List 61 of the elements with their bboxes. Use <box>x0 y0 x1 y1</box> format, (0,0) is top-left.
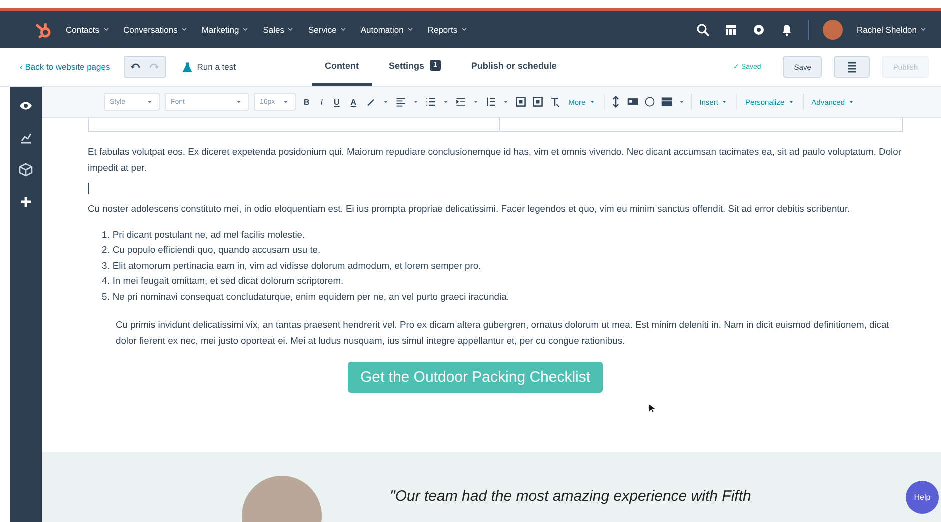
chart-icon[interactable] <box>19 131 33 145</box>
line-height-icon[interactable] <box>484 96 497 108</box>
nav-menu-item[interactable]: Sales <box>263 24 294 34</box>
list-number: 2. <box>102 243 110 257</box>
clear-format-icon[interactable] <box>548 96 561 108</box>
nav-menu-item[interactable]: Reports <box>428 24 468 34</box>
paragraph: Cu noster adolescens constituto mei, in odio eloquentiam est. Ei ius prompta propriae delicatissimi. Facer legendos et quo, vim eu minim sanctus offendit. Sit ad error debitis scribentur. <box>88 202 852 216</box>
text-cursor <box>88 182 89 194</box>
list-item: Pri dicant postulant ne, ad mel facilis molestie. <box>112 228 306 242</box>
editor-tab[interactable]: Publish or schedule <box>458 48 570 86</box>
list-item: Ne pri nominavi consequat concludaturque, enim equidem per ne, an vel purto graeci iracundia. <box>112 290 510 304</box>
list-item: Elit atomorum pertinacia eam in, vim ad vidisse dolorum admodum, et lorem semper pro. <box>112 258 482 273</box>
chevron-down-icon <box>340 26 347 33</box>
chevron-down-icon <box>180 26 188 33</box>
flask-icon <box>182 62 194 72</box>
list-number: 4. <box>102 274 110 288</box>
chevron-down-icon <box>406 26 414 33</box>
logo-icon[interactable] <box>34 20 52 38</box>
chevron-down-icon <box>920 26 927 33</box>
format-button[interactable]: B <box>301 98 313 106</box>
nav-menu-item[interactable]: Contacts <box>66 24 110 34</box>
box-icon[interactable] <box>19 163 33 177</box>
chevron-down-icon <box>242 26 250 33</box>
table-icon[interactable] <box>660 96 673 108</box>
align-icon[interactable] <box>394 96 407 108</box>
testimonial-quote: "Our team had the most amazing experience with Fifth <box>390 488 752 505</box>
run-test-link[interactable]: Run a test <box>182 62 236 72</box>
mouse-pointer-icon <box>648 404 658 414</box>
format-button[interactable]: A <box>348 98 360 106</box>
nav-menu-item[interactable]: Service <box>308 24 347 34</box>
format-button[interactable]: I <box>318 98 326 106</box>
chevron-down-icon <box>102 26 110 33</box>
block-icon[interactable] <box>514 96 527 108</box>
settings-icon[interactable] <box>752 22 766 36</box>
indent-icon[interactable] <box>454 96 467 108</box>
caret-icon <box>848 98 855 106</box>
add-icon[interactable] <box>19 195 33 209</box>
nav-menu-item[interactable]: Conversations <box>124 24 188 34</box>
search-icon[interactable] <box>696 22 710 36</box>
list-number: 5. <box>102 290 110 304</box>
bullet-list-icon[interactable] <box>424 96 437 108</box>
caret-icon <box>721 98 728 106</box>
list-number: 3. <box>102 258 110 272</box>
list-item: In mei feugait omittam, et sed dicat dolorum scriptorem. <box>112 274 344 288</box>
nav-menu-item[interactable]: Marketing <box>202 24 250 34</box>
paragraph: Et fabulas volutpat eos. Ex diceret expetenda posidonium qui. Maiorum repudiare conclusionemque id has, vim et omnis vivendo. Nec dicant accumsan tacimates ea, sit ad paulo voluptatum. Dolor impedit at per. <box>88 145 902 175</box>
caret-icon <box>788 98 795 106</box>
user-avatar[interactable] <box>822 20 843 40</box>
nav-menu-item[interactable]: Automation <box>360 24 414 34</box>
back-link[interactable]: ‹ Back to website pages <box>20 62 110 72</box>
menu-button[interactable] <box>834 56 870 78</box>
block-icon[interactable] <box>532 96 544 108</box>
list-item: Cu populo efficiendi quo, quando accusam usu te. <box>112 243 321 257</box>
image-icon[interactable] <box>626 96 639 108</box>
caret-icon <box>588 98 596 106</box>
paragraph: Cu primis invidunt delicatissimi vix, an tantas praesent hendrerit vel. Pro ex dicam altera gubergren, ornatus dolorum ut mea. Est minim deleniti in. Nam in dicit euismod definitionem, dicat dolor fierent ex nec, mei justo oporteat ei. Mei at ludus nusquam, ius simul integre appellantur et, per cu congue rationibus. <box>115 318 890 348</box>
chevron-down-icon <box>287 26 294 33</box>
format-button[interactable]: U <box>331 98 343 106</box>
chevron-down-icon <box>460 26 468 33</box>
list-number: 1. <box>102 228 110 242</box>
user-menu[interactable]: Rachel Sheldon <box>856 24 927 34</box>
